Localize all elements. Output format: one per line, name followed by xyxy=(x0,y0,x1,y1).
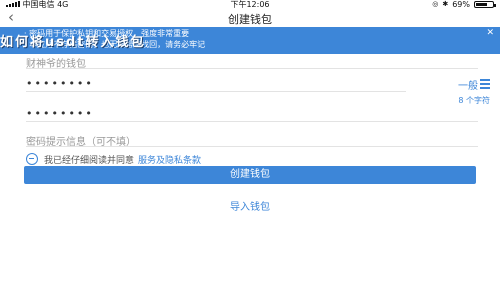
agreement-checkbox-icon[interactable] xyxy=(26,153,38,165)
password-value: •••••••• xyxy=(26,77,94,90)
status-time: 下午12:06 xyxy=(230,0,270,9)
wallet-name-field[interactable]: 财神爷的钱包 xyxy=(26,55,478,70)
battery-percent: 69% xyxy=(452,0,470,9)
battery-fill xyxy=(476,3,488,6)
status-bar: 中国电信 4G 下午12:06 ◎ ✱ 69% xyxy=(0,0,500,9)
strength-bars-icon xyxy=(480,79,490,90)
password-length-hint: 8 个字符 xyxy=(458,96,490,105)
password-strength-label: 一般 xyxy=(458,81,478,92)
wallet-name-placeholder: 财神爷的钱包 xyxy=(26,59,86,70)
repeat-password-field[interactable]: •••••••• xyxy=(26,107,478,122)
notice-banner: · 密码用于保护私钥和交易授权，强度非常重要 · 本应用不存储密码，也无法帮您找… xyxy=(0,27,500,54)
status-right: ◎ ✱ 69% xyxy=(432,0,496,9)
agreement-row: 我已经仔细阅读并同意 服务及隐私条款 xyxy=(26,152,201,166)
import-wallet-link[interactable]: 导入钱包 xyxy=(0,198,500,213)
location-icon: ◎ xyxy=(432,0,439,8)
create-wallet-button[interactable]: 创建钱包 xyxy=(24,166,476,184)
repeat-password-value: •••••••• xyxy=(26,107,94,120)
bluetooth-icon: ✱ xyxy=(442,0,449,8)
battery-icon xyxy=(474,1,496,8)
terms-link[interactable]: 服务及隐私条款 xyxy=(138,153,201,166)
password-hint-field[interactable]: 密码提示信息（可不填） xyxy=(26,133,478,148)
password-hint-placeholder: 密码提示信息（可不填） xyxy=(26,137,136,148)
close-icon[interactable]: ✕ xyxy=(486,28,494,38)
password-field[interactable]: •••••••• xyxy=(26,77,406,92)
banner-overlay-text: 如何将usdt转入钱包 xyxy=(0,35,146,50)
nav-bar: ‹ 创建钱包 xyxy=(0,9,500,27)
agreement-text: 我已经仔细阅读并同意 xyxy=(44,155,135,166)
page-title: 创建钱包 xyxy=(228,13,272,26)
